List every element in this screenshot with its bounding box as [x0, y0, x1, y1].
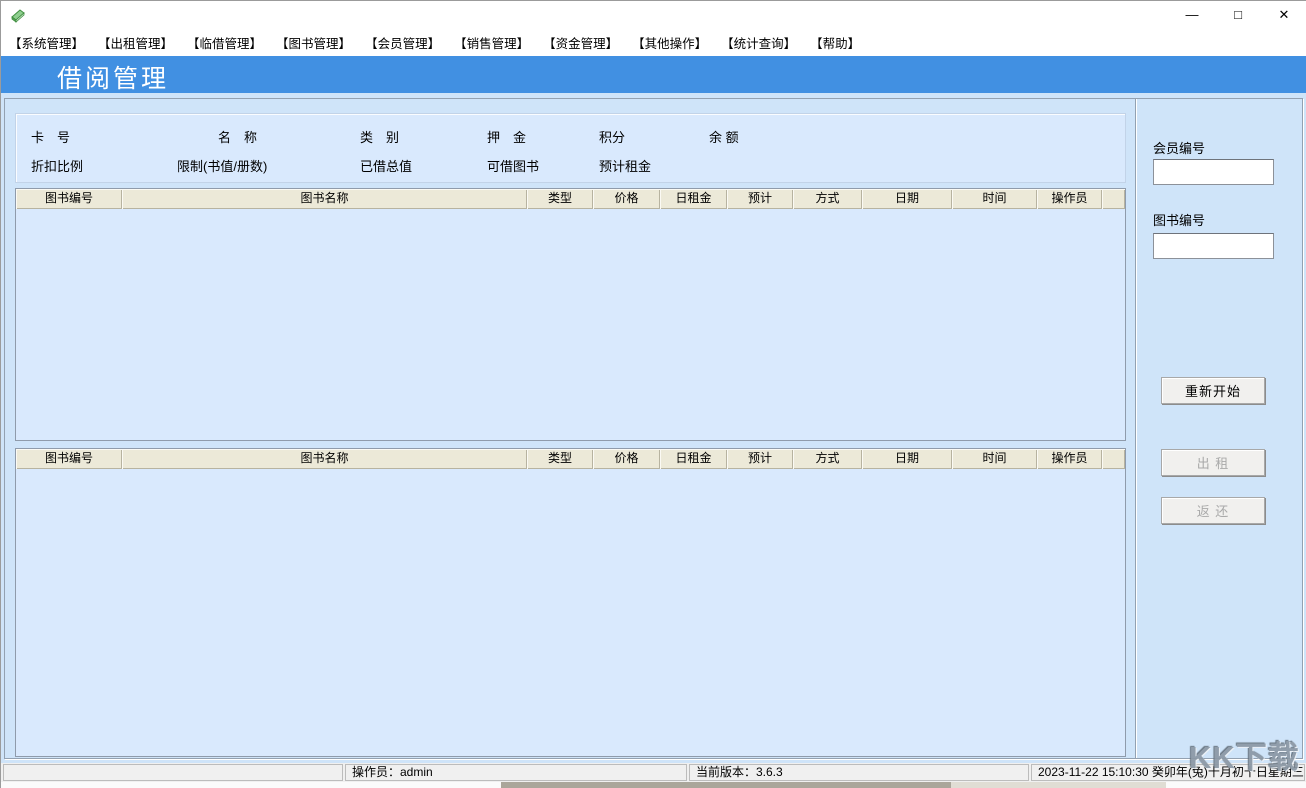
- page-banner: 借阅管理: [1, 56, 1306, 93]
- return-button[interactable]: 返 还: [1161, 497, 1265, 524]
- balance-label: 余 额: [709, 127, 739, 146]
- col-date[interactable]: 日期: [862, 189, 952, 209]
- name-label: 名 称: [218, 127, 257, 146]
- status-version: 当前版本：3.6.3: [689, 764, 1029, 781]
- sidebar-divider: [1135, 99, 1136, 758]
- menu-item-help[interactable]: 【帮助】: [810, 33, 860, 52]
- close-button[interactable]: ✕: [1269, 1, 1299, 29]
- col-price[interactable]: 价格: [593, 189, 660, 209]
- session-list-header: 图书编号 图书名称 类型 价格 日租金 预计 方式 日期 时间 操作员: [16, 449, 1125, 469]
- sliver-segment: [951, 782, 1166, 788]
- borrow-list-header: 图书编号 图书名称 类型 价格 日租金 预计 方式 日期 时间 操作员: [16, 189, 1125, 209]
- col-book-name[interactable]: 图书名称: [122, 449, 527, 469]
- col-method[interactable]: 方式: [793, 449, 862, 469]
- window-titlebar: — □ ✕: [1, 1, 1306, 29]
- borrow-list-body[interactable]: [16, 209, 1125, 440]
- col-type[interactable]: 类型: [527, 189, 593, 209]
- col-type[interactable]: 类型: [527, 449, 593, 469]
- menu-item-system[interactable]: 【系统管理】: [9, 33, 84, 52]
- member-info-panel: 卡 号 名 称 类 别 押 金 积分 余 额 折扣比例 限制(书值/册数) 已借…: [15, 113, 1126, 183]
- col-daily-rent[interactable]: 日租金: [660, 449, 727, 469]
- session-list-table: 图书编号 图书名称 类型 价格 日租金 预计 方式 日期 时间 操作员: [15, 448, 1126, 757]
- borrowed-total-label: 已借总值: [360, 156, 412, 175]
- col-estimate[interactable]: 预计: [727, 449, 793, 469]
- status-bar: 操作员：admin 当前版本：3.6.3 2023-11-22 15:10:30…: [1, 763, 1306, 782]
- col-operator[interactable]: 操作员: [1037, 449, 1102, 469]
- deposit-label: 押 金: [487, 127, 526, 146]
- col-book-id[interactable]: 图书编号: [16, 449, 122, 469]
- member-no-label: 会员编号: [1153, 138, 1205, 157]
- points-label: 积分: [599, 127, 625, 146]
- col-time[interactable]: 时间: [952, 449, 1037, 469]
- member-no-input[interactable]: [1153, 159, 1274, 185]
- menu-item-books[interactable]: 【图书管理】: [276, 33, 351, 52]
- restart-button[interactable]: 重新开始: [1161, 377, 1265, 404]
- book-no-label: 图书编号: [1153, 210, 1205, 229]
- col-date[interactable]: 日期: [862, 449, 952, 469]
- menu-item-temp-borrow[interactable]: 【临借管理】: [187, 33, 262, 52]
- kk-download-watermark: KK下载: [1189, 732, 1300, 777]
- limit-label: 限制(书值/册数): [177, 156, 267, 175]
- status-operator: 操作员：admin: [345, 764, 687, 781]
- col-price[interactable]: 价格: [593, 449, 660, 469]
- rent-out-button[interactable]: 出 租: [1161, 449, 1265, 476]
- menu-item-stats[interactable]: 【统计查询】: [721, 33, 796, 52]
- green-book-app-icon: [9, 6, 27, 24]
- background-window-sliver: [1, 782, 1306, 788]
- sliver-segment: [501, 782, 951, 788]
- main-content: 卡 号 名 称 类 别 押 金 积分 余 额 折扣比例 限制(书值/册数) 已借…: [1, 93, 1306, 763]
- book-no-input[interactable]: [1153, 233, 1274, 259]
- col-method[interactable]: 方式: [793, 189, 862, 209]
- page-title: 借阅管理: [57, 59, 169, 95]
- borrow-list-table: 图书编号 图书名称 类型 价格 日租金 预计 方式 日期 时间 操作员: [15, 188, 1126, 441]
- col-time[interactable]: 时间: [952, 189, 1037, 209]
- menu-item-rental[interactable]: 【出租管理】: [98, 33, 173, 52]
- menu-item-sales[interactable]: 【销售管理】: [454, 33, 529, 52]
- discount-ratio-label: 折扣比例: [31, 156, 83, 175]
- menu-item-other[interactable]: 【其他操作】: [632, 33, 707, 52]
- menu-bar: 【系统管理】 【出租管理】 【临借管理】 【图书管理】 【会员管理】 【销售管理…: [1, 29, 1306, 56]
- maximize-button[interactable]: □: [1223, 1, 1253, 29]
- col-daily-rent[interactable]: 日租金: [660, 189, 727, 209]
- card-no-label: 卡 号: [31, 127, 70, 146]
- status-empty-section: [3, 764, 343, 781]
- category-label: 类 别: [360, 127, 399, 146]
- menu-item-members[interactable]: 【会员管理】: [365, 33, 440, 52]
- col-filler: [1102, 449, 1125, 469]
- col-estimate[interactable]: 预计: [727, 189, 793, 209]
- borrowable-label: 可借图书: [487, 156, 539, 175]
- col-filler: [1102, 189, 1125, 209]
- menu-item-funds[interactable]: 【资金管理】: [543, 33, 618, 52]
- col-book-id[interactable]: 图书编号: [16, 189, 122, 209]
- session-list-body[interactable]: [16, 469, 1125, 756]
- col-operator[interactable]: 操作员: [1037, 189, 1102, 209]
- minimize-button[interactable]: —: [1177, 1, 1207, 29]
- col-book-name[interactable]: 图书名称: [122, 189, 527, 209]
- estimated-rent-label: 预计租金: [599, 156, 651, 175]
